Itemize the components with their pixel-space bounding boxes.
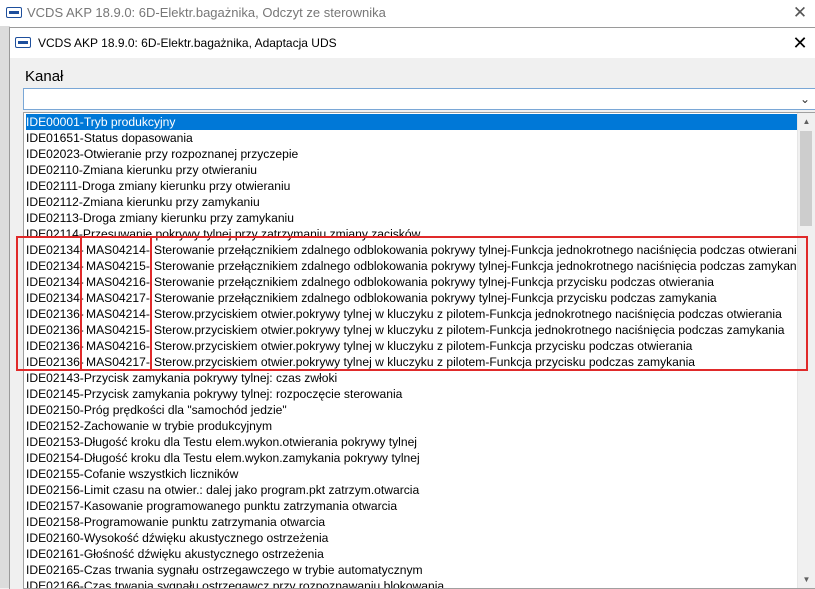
channel-code: IDE02166-Czas trwania sygnału ostrzegawc… — [26, 579, 445, 589]
channel-code: IDE02157-Kasowanie programowanego punktu… — [26, 499, 398, 513]
channel-subcode: MAS04217- — [86, 291, 150, 305]
channel-code: IDE02134- — [26, 243, 84, 257]
channel-code: IDE02160-Wysokość dźwięku akustycznego o… — [26, 531, 329, 545]
dialog-close-icon[interactable]: ✕ — [786, 28, 814, 58]
vertical-scrollbar[interactable]: ▲ ▼ — [797, 113, 815, 588]
background-window-titlebar[interactable]: VCDS AKP 18.9.0: 6D-Elektr.bagażnika, Od… — [0, 0, 815, 26]
channel-code: IDE02112-Zmiana kierunku przy zamykaniu — [26, 195, 260, 209]
channel-code: IDE02145-Przycisk zamykania pokrywy tyln… — [26, 387, 403, 401]
channel-code: IDE02143-Przycisk zamykania pokrywy tyln… — [26, 371, 338, 385]
background-window-title: VCDS AKP 18.9.0: 6D-Elektr.bagażnika, Od… — [27, 5, 386, 20]
vcds-app-icon — [15, 37, 31, 48]
channel-code: IDE02136- — [26, 323, 84, 337]
chevron-down-icon[interactable]: ⌄ — [797, 89, 813, 109]
channel-description: Sterowanie przełącznikiem zdalnego odblo… — [154, 275, 714, 289]
channel-code: IDE02023-Otwieranie przy rozpoznanej prz… — [26, 147, 299, 161]
channel-subcode: MAS04214- — [86, 307, 150, 321]
channel-code: IDE01651-Status dopasowania — [26, 131, 193, 145]
channel-subcode: MAS04217- — [86, 355, 150, 369]
channel-subcode: MAS04215- — [86, 323, 150, 337]
channel-code: IDE02150-Próg prędkości dla "samochód je… — [26, 403, 287, 417]
scroll-up-arrow-icon[interactable]: ▲ — [798, 113, 815, 130]
channel-description: Sterowanie przełącznikiem zdalnego odblo… — [154, 291, 717, 305]
channel-code: IDE00001-Tryb produkcyjny — [26, 115, 176, 129]
scroll-thumb[interactable] — [800, 131, 812, 226]
channel-code: IDE02114-Przesuwanie pokrywy tylnej przy… — [26, 227, 421, 241]
channel-code: IDE02161-Głośność dźwięku akustycznego o… — [26, 547, 324, 561]
channel-code: IDE02136- — [26, 307, 84, 321]
scroll-down-arrow-icon[interactable]: ▼ — [798, 571, 815, 588]
channel-code: IDE02136- — [26, 355, 84, 369]
channel-code: IDE02111-Droga zmiany kierunku przy otwi… — [26, 179, 291, 193]
channel-code: IDE02136- — [26, 339, 84, 353]
channel-code: IDE02156-Limit czasu na otwier.: dalej j… — [26, 483, 420, 497]
channel-description: Sterow.przyciskiem otwier.pokrywy tylnej… — [154, 355, 696, 369]
channel-code: IDE02152-Zachowanie w trybie produkcyjny… — [26, 419, 273, 433]
background-close-icon[interactable]: ✕ — [787, 0, 813, 26]
channel-subcode: MAS04216- — [86, 275, 150, 289]
channel-code: IDE02134- — [26, 291, 84, 305]
channel-description: Sterowanie przełącznikiem zdalnego odblo… — [154, 243, 804, 257]
channel-code: IDE02134- — [26, 259, 84, 273]
channel-combobox[interactable]: ⌄ — [23, 88, 815, 110]
channel-list[interactable]: IDE00001-Tryb produkcyjny IDE01651-Status… — [23, 112, 815, 589]
channel-label: Kanał — [25, 68, 64, 85]
dialog-title: VCDS AKP 18.9.0: 6D-Elektr.bagażnika, Ad… — [38, 36, 337, 50]
channel-code: IDE02134- — [26, 275, 84, 289]
channel-code: IDE02154-Długość kroku dla Testu elem.wy… — [26, 451, 420, 465]
channel-description: Sterow.przyciskiem otwier.pokrywy tylnej… — [154, 323, 785, 337]
channel-code: IDE02110-Zmiana kierunku przy otwieraniu — [26, 163, 258, 177]
channel-code: IDE02113-Droga zmiany kierunku przy zamy… — [26, 211, 294, 225]
channel-subcode: MAS04215- — [86, 259, 150, 273]
channel-code: IDE02153-Długość kroku dla Testu elem.wy… — [26, 435, 417, 449]
channel-list-item[interactable]: IDE00001-Tryb produkcyjny — [26, 114, 799, 130]
channel-code: IDE02155-Cofanie wszystkich liczników — [26, 467, 239, 481]
channel-code: IDE02165-Czas trwania sygnału ostrzegawc… — [26, 563, 423, 577]
channel-description: Sterow.przyciskiem otwier.pokrywy tylnej… — [154, 339, 693, 353]
channel-subcode: MAS04214- — [86, 243, 150, 257]
channel-code: IDE02158-Programowanie punktu zatrzymani… — [26, 515, 326, 529]
adaptation-dialog: VCDS AKP 18.9.0: 6D-Elektr.bagażnika, Ad… — [9, 27, 815, 589]
vcds-app-icon — [6, 7, 22, 18]
channel-subcode: MAS04216- — [86, 339, 150, 353]
channel-description: Sterow.przyciskiem otwier.pokrywy tylnej… — [154, 307, 782, 321]
channel-description: Sterowanie przełącznikiem zdalnego odblo… — [154, 259, 807, 273]
dialog-titlebar[interactable]: VCDS AKP 18.9.0: 6D-Elektr.bagażnika, Ad… — [10, 28, 815, 58]
